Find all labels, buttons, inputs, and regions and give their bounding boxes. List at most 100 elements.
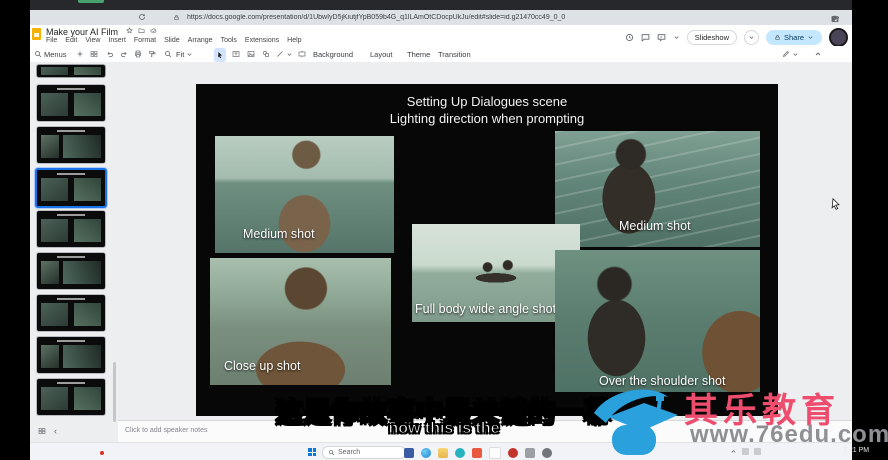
google-slides-icon[interactable] [32, 28, 41, 40]
print-icon [134, 50, 142, 58]
insert-placeholder-button[interactable] [298, 48, 306, 60]
slide-layouts-button[interactable] [90, 48, 98, 60]
slide-thumbnail-8[interactable] [36, 336, 106, 374]
menu-view[interactable]: View [85, 37, 100, 44]
tray-chevron-up-icon[interactable] [730, 448, 737, 455]
version-history-icon[interactable] [625, 33, 634, 42]
taskbar-app-icon-4[interactable] [489, 447, 501, 459]
hide-menus-button[interactable] [814, 48, 822, 60]
menu-format[interactable]: Format [134, 37, 156, 44]
account-avatar[interactable] [829, 28, 848, 47]
caret-down-icon [792, 51, 799, 58]
grid-view-icon[interactable] [38, 427, 46, 435]
paint-format-button[interactable] [148, 48, 156, 60]
tray-icon[interactable] [754, 448, 761, 455]
share-lock-icon [774, 34, 781, 41]
shot-image-medium-left[interactable]: Medium shot [215, 136, 394, 253]
menu-tools[interactable]: Tools [221, 37, 237, 44]
taskbar-app-icon-1[interactable] [404, 448, 414, 458]
undo-button[interactable] [106, 48, 114, 60]
shot-label: Medium shot [243, 227, 315, 241]
slide-title-text[interactable]: Setting Up Dialogues scene Lighting dire… [196, 93, 778, 127]
text-box-button[interactable] [232, 48, 240, 60]
zoom-icon [164, 50, 172, 58]
video-frame: https://docs.google.com/presentation/d/1… [0, 0, 888, 460]
insert-line-button[interactable] [276, 48, 284, 60]
new-slide-button[interactable] [76, 48, 84, 60]
menu-arrange[interactable]: Arrange [188, 37, 213, 44]
menus-search-button[interactable]: Menus [34, 48, 67, 60]
taskbar-app-icon-2[interactable] [455, 448, 465, 458]
insert-shape-button[interactable] [262, 48, 270, 60]
profile-icon[interactable] [831, 15, 839, 23]
taskbar-app-icon-7[interactable] [542, 448, 552, 458]
browser-address-bar: https://docs.google.com/presentation/d/1… [30, 10, 852, 26]
slide-thumbnail-4-selected[interactable] [35, 168, 107, 208]
star-doc-icon[interactable] [126, 27, 133, 34]
system-tray[interactable] [730, 448, 761, 455]
chevron-up-icon [814, 50, 822, 58]
taskbar-app-icon-6[interactable] [525, 448, 535, 458]
print-button[interactable] [134, 48, 142, 60]
document-title[interactable]: Make your AI Film [46, 27, 118, 37]
slide-thumbnail-9[interactable] [36, 378, 106, 416]
line-caret-button[interactable] [286, 48, 293, 60]
menu-slide[interactable]: Slide [164, 37, 180, 44]
slideshow-button[interactable]: Slideshow [687, 30, 737, 45]
speaker-notes-placeholder[interactable]: Click to add speaker notes [125, 427, 208, 434]
present-to-meet-icon[interactable] [657, 33, 666, 42]
lock-icon [173, 14, 180, 21]
slide-thumbnail-3[interactable] [36, 126, 106, 164]
insert-image-button[interactable] [247, 48, 255, 60]
move-folder-icon[interactable] [138, 27, 145, 34]
filmstrip-scrollbar[interactable] [113, 362, 116, 422]
layout-button[interactable]: Layout [370, 48, 393, 60]
slide-thumbnail-5[interactable] [36, 210, 106, 248]
meet-caret-icon[interactable] [673, 34, 680, 41]
taskbar-search[interactable]: Search [322, 446, 406, 459]
cloud-saved-icon [150, 27, 157, 34]
search-icon [34, 50, 42, 58]
slide-canvas[interactable]: Setting Up Dialogues scene Lighting dire… [196, 84, 778, 416]
collapse-filmstrip-icon[interactable]: ‹ [54, 426, 57, 436]
shape-icon [262, 50, 270, 58]
fit-zoom-select[interactable]: Fit [176, 48, 193, 60]
share-button[interactable]: Share [766, 30, 822, 45]
redo-icon [120, 50, 128, 58]
menu-extensions[interactable]: Extensions [245, 37, 279, 44]
fit-caret-icon [186, 51, 193, 58]
shot-image-close-up[interactable]: Close up shot [210, 258, 391, 385]
menu-file[interactable]: File [46, 37, 57, 44]
speaker-notes-bar[interactable]: Click to add speaker notes [118, 420, 852, 443]
slide-thumbnail-2[interactable] [36, 84, 106, 122]
windows-start-button[interactable] [308, 448, 316, 456]
redo-button[interactable] [120, 48, 128, 60]
shot-image-over-shoulder[interactable]: Over the shoulder shot [555, 250, 760, 392]
slide-thumbnail-7[interactable] [36, 294, 106, 332]
editing-mode-button[interactable] [782, 48, 799, 60]
taskbar-app-icon-3[interactable] [472, 448, 482, 458]
shot-image-medium-right[interactable]: Medium shot [555, 131, 760, 247]
taskbar-app-icon-5[interactable] [508, 448, 518, 458]
menu-help[interactable]: Help [287, 37, 301, 44]
slide-thumbnail-1[interactable] [36, 64, 106, 78]
taskbar-explorer-icon[interactable] [438, 448, 448, 458]
comments-icon[interactable] [641, 33, 650, 42]
browser-tab-favicon[interactable] [78, 0, 104, 3]
slideshow-caret-button[interactable] [744, 30, 759, 45]
theme-button[interactable]: Theme [407, 48, 430, 60]
slide-thumbnail-6[interactable] [36, 252, 106, 290]
menu-edit[interactable]: Edit [65, 37, 77, 44]
url-input[interactable]: https://docs.google.com/presentation/d/1… [187, 14, 657, 21]
taskbar-edge-icon[interactable] [421, 448, 431, 458]
transition-button[interactable]: Transition [438, 48, 471, 60]
menu-insert[interactable]: Insert [108, 37, 126, 44]
zoom-button[interactable] [164, 48, 172, 60]
editor-workspace: ‹ Setting Up Dialogues scene Lighting di… [30, 62, 852, 420]
slide-title-line2: Lighting direction when prompting [196, 110, 778, 127]
reload-icon[interactable] [138, 13, 146, 21]
background-button[interactable]: Background [313, 48, 353, 60]
select-tool-button[interactable] [214, 48, 226, 62]
recording-indicator-dot [100, 451, 104, 455]
tray-icon[interactable] [742, 448, 749, 455]
